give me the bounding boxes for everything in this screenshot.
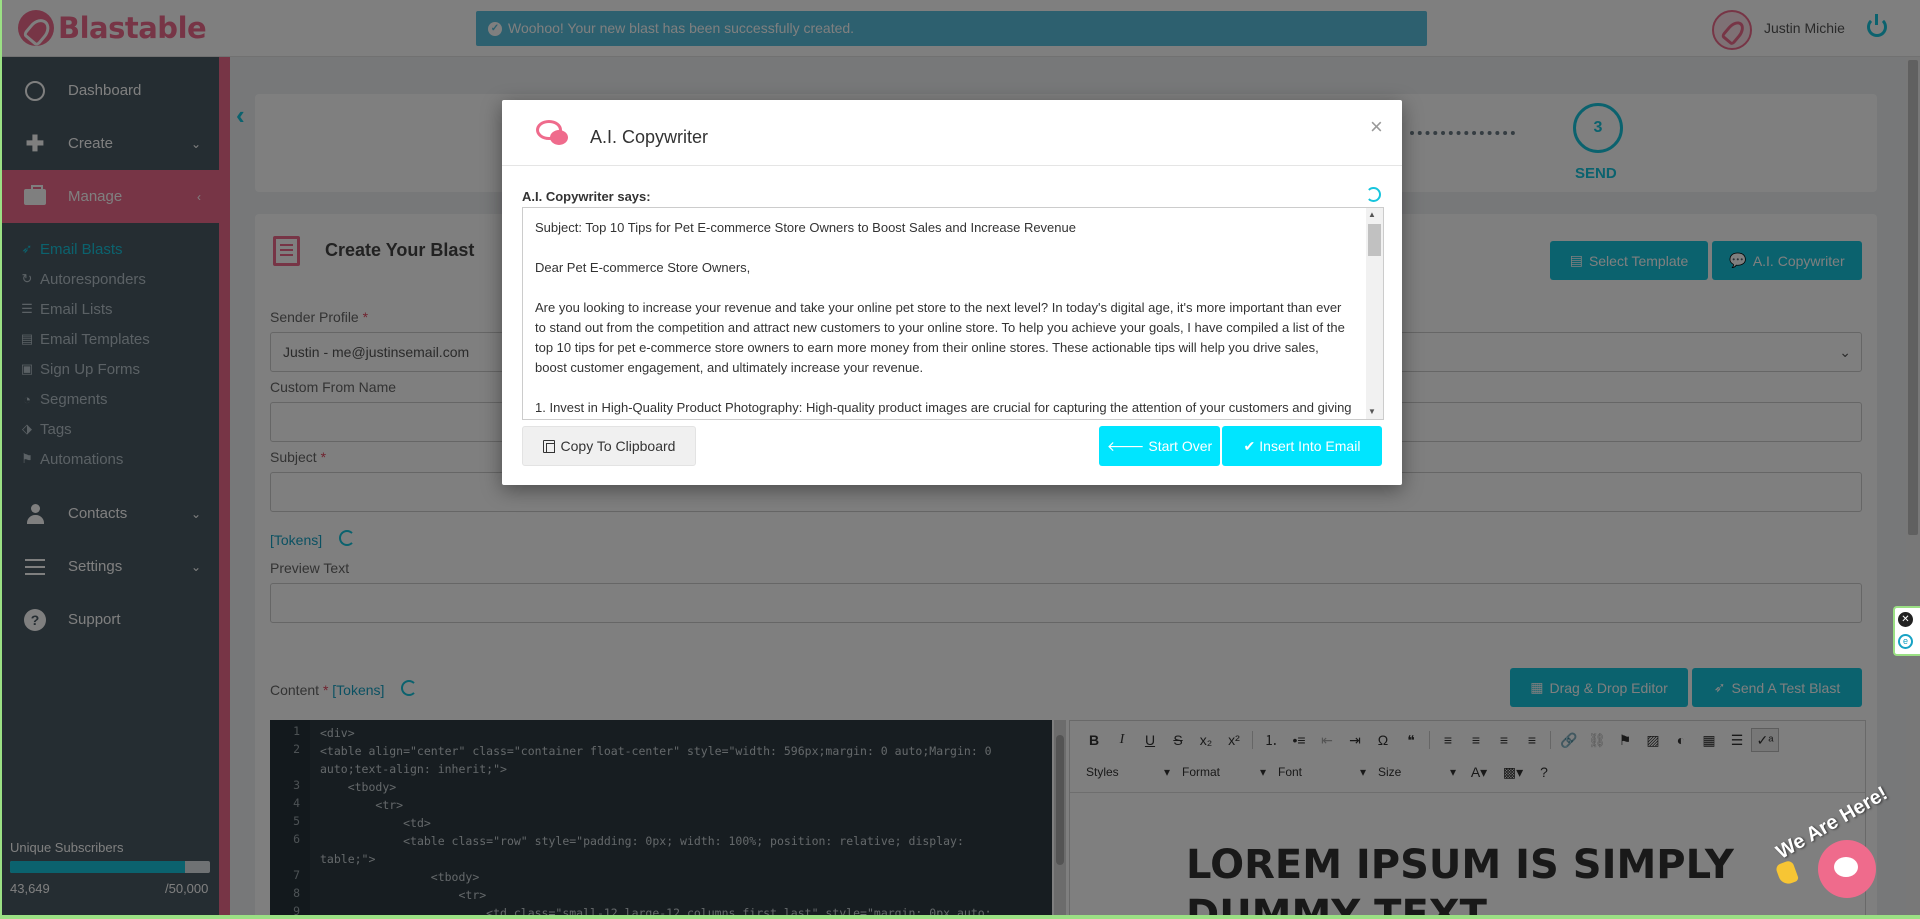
start-over-button[interactable]: 🡐 Start Over [1099, 426, 1220, 466]
ai-output-paragraph: 1. Invest in High-Quality Product Photog… [535, 400, 1352, 415]
textarea-scrollbar-thumb[interactable] [1368, 224, 1381, 256]
window-edge-bottom [0, 915, 1920, 919]
button-label: Insert Into Email [1259, 438, 1361, 454]
close-icon[interactable]: × [1370, 114, 1383, 140]
ai-output-textarea[interactable]: Subject: Top 10 Tips for Pet E-commerce … [522, 207, 1384, 420]
modal-header: A.I. Copywriter × [502, 100, 1402, 166]
ai-output-paragraph: Are you looking to increase your revenue… [535, 300, 1345, 375]
button-label: Copy To Clipboard [560, 438, 676, 454]
refresh-icon[interactable] [1366, 187, 1381, 202]
window-edge-left [0, 0, 2, 919]
copy-to-clipboard-button[interactable]: Copy To Clipboard [522, 426, 696, 466]
ai-says-label: A.I. Copywriter says: [522, 189, 651, 204]
close-icon[interactable]: ✕ [1898, 612, 1913, 627]
ai-output-paragraph: Subject: Top 10 Tips for Pet E-commerce … [535, 220, 1076, 235]
check-icon: ✔ [1243, 437, 1256, 454]
ai-output-paragraph: Dear Pet E-commerce Store Owners, [535, 260, 751, 275]
arrow-left-icon: 🡐 [1106, 437, 1145, 454]
ai-copywriter-modal: A.I. Copywriter × A.I. Copywriter says: … [502, 100, 1402, 485]
insert-into-email-button[interactable]: ✔ Insert Into Email [1222, 426, 1382, 466]
scroll-up-icon[interactable]: ▲ [1368, 210, 1376, 219]
chat-bubbles-icon [536, 120, 568, 148]
chat-launcher-button[interactable] [1818, 840, 1876, 898]
modal-title: A.I. Copywriter [590, 127, 709, 147]
button-label: Start Over [1148, 438, 1213, 454]
copy-icon [542, 439, 555, 453]
extension-icon[interactable]: e [1898, 634, 1913, 649]
scroll-down-icon[interactable]: ▼ [1368, 407, 1376, 416]
